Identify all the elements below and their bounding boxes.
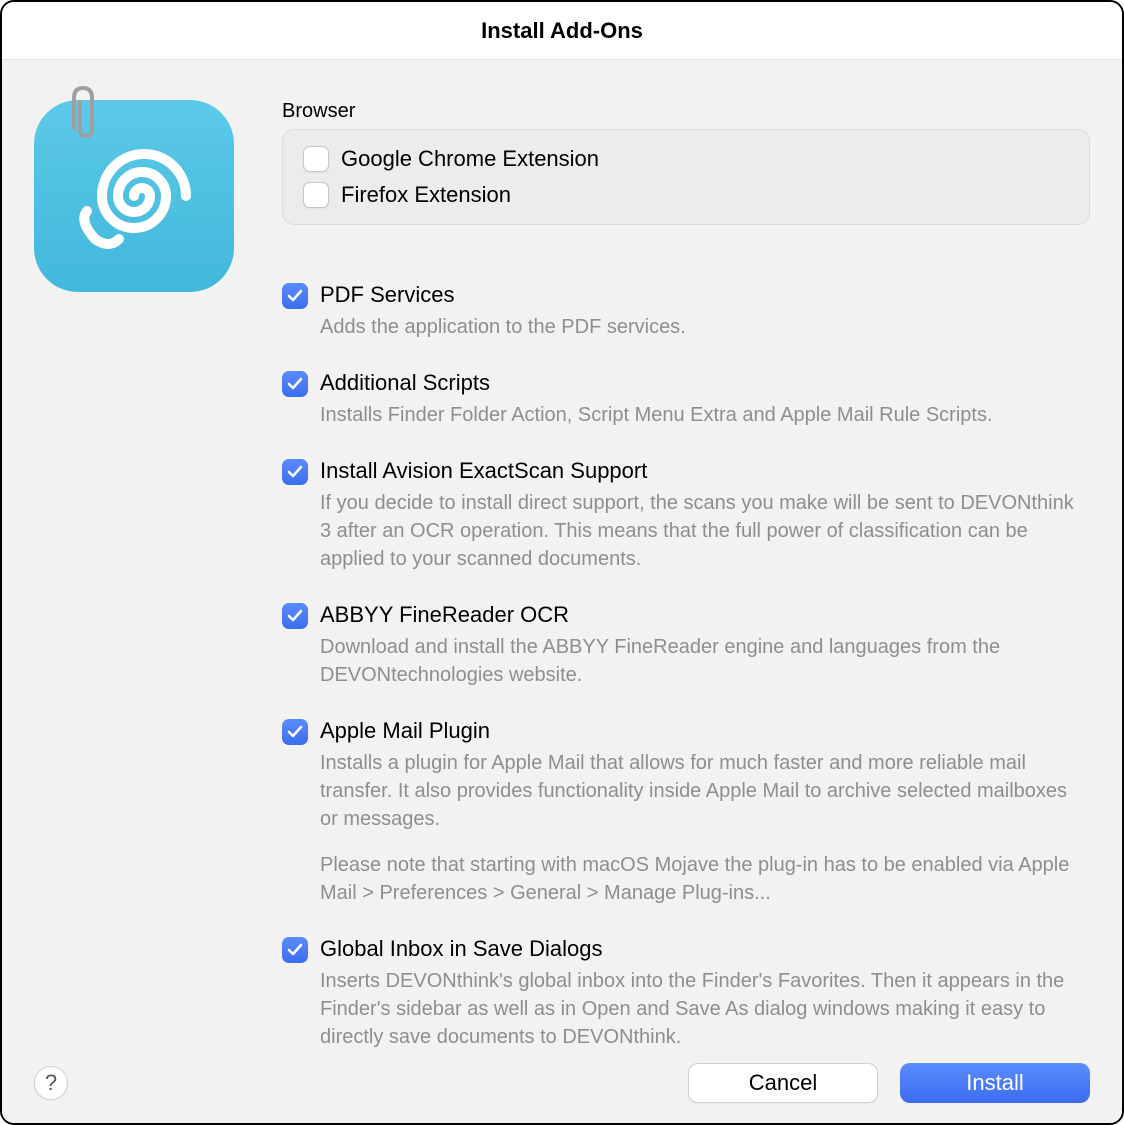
firefox-extension-row: Firefox Extension xyxy=(303,180,1069,210)
footer: ? Cancel Install xyxy=(34,1063,1090,1103)
window-title: Install Add-Ons xyxy=(481,18,643,44)
avision-exactscan-checkbox[interactable] xyxy=(282,459,308,485)
browser-section-label: Browser xyxy=(282,100,1090,123)
avision-exactscan-desc: If you decide to install direct support,… xyxy=(320,489,1090,573)
options-list: PDF Services Adds the application to the… xyxy=(282,281,1090,1051)
content-area: Browser Google Chrome Extension Firefox … xyxy=(2,60,1122,1123)
option-global-inbox: Global Inbox in Save Dialogs Inserts DEV… xyxy=(282,935,1090,1051)
options-column: Browser Google Chrome Extension Firefox … xyxy=(282,92,1090,1107)
option-apple-mail-plugin: Apple Mail Plugin Installs a plugin for … xyxy=(282,717,1090,907)
additional-scripts-desc: Installs Finder Folder Action, Script Me… xyxy=(320,401,1090,429)
avision-exactscan-label[interactable]: Install Avision ExactScan Support xyxy=(320,458,647,484)
firefox-extension-checkbox[interactable] xyxy=(303,182,329,208)
apple-mail-plugin-checkbox[interactable] xyxy=(282,719,308,745)
option-pdf-services: PDF Services Adds the application to the… xyxy=(282,281,1090,341)
chrome-extension-label[interactable]: Google Chrome Extension xyxy=(341,144,599,174)
option-avision-exactscan: Install Avision ExactScan Support If you… xyxy=(282,457,1090,573)
titlebar: Install Add-Ons xyxy=(2,2,1122,60)
cancel-button[interactable]: Cancel xyxy=(688,1063,878,1103)
abbyy-finereader-label[interactable]: ABBYY FineReader OCR xyxy=(320,602,569,628)
additional-scripts-checkbox[interactable] xyxy=(282,371,308,397)
icon-column xyxy=(34,92,234,1107)
install-addons-window: Install Add-Ons Browser Google Chrome Ex… xyxy=(0,0,1124,1125)
global-inbox-label[interactable]: Global Inbox in Save Dialogs xyxy=(320,936,603,962)
chrome-extension-checkbox[interactable] xyxy=(303,146,329,172)
spiral-icon xyxy=(59,121,209,271)
pdf-services-checkbox[interactable] xyxy=(282,283,308,309)
additional-scripts-label[interactable]: Additional Scripts xyxy=(320,370,490,396)
global-inbox-checkbox[interactable] xyxy=(282,937,308,963)
pdf-services-label[interactable]: PDF Services xyxy=(320,282,454,308)
chrome-extension-row: Google Chrome Extension xyxy=(303,144,1069,174)
apple-mail-plugin-label[interactable]: Apple Mail Plugin xyxy=(320,718,490,744)
install-button[interactable]: Install xyxy=(900,1063,1090,1103)
global-inbox-desc: Inserts DEVONthink's global inbox into t… xyxy=(320,967,1090,1051)
help-button[interactable]: ? xyxy=(34,1066,68,1100)
apple-mail-plugin-desc-extra: Please note that starting with macOS Moj… xyxy=(320,851,1090,907)
apple-mail-plugin-desc: Installs a plugin for Apple Mail that al… xyxy=(320,749,1090,833)
option-additional-scripts: Additional Scripts Installs Finder Folde… xyxy=(282,369,1090,429)
pdf-services-desc: Adds the application to the PDF services… xyxy=(320,313,1090,341)
browser-group: Google Chrome Extension Firefox Extensio… xyxy=(282,129,1090,225)
option-abbyy-finereader: ABBYY FineReader OCR Download and instal… xyxy=(282,601,1090,689)
abbyy-finereader-desc: Download and install the ABBYY FineReade… xyxy=(320,633,1090,689)
app-icon xyxy=(34,92,234,292)
abbyy-finereader-checkbox[interactable] xyxy=(282,603,308,629)
firefox-extension-label[interactable]: Firefox Extension xyxy=(341,180,511,210)
